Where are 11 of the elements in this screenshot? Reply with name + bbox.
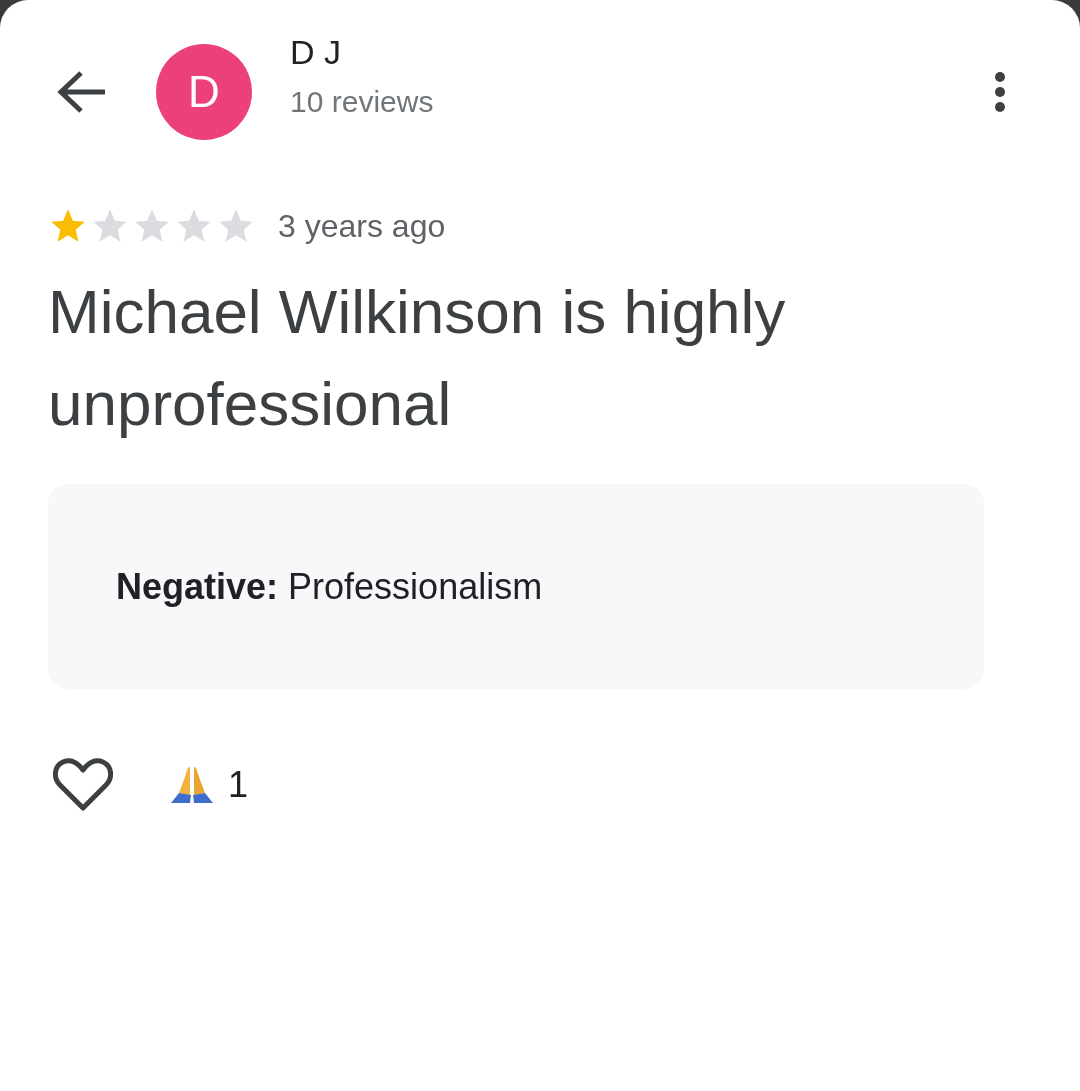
reviewer-name: D J [290,32,342,72]
reaction-count: 1 [228,764,249,806]
heart-icon [52,757,114,813]
review-title: Michael Wilkinson is highly unprofessional [48,276,787,440]
review-count: 10 reviews [290,84,434,120]
back-arrow-icon [57,70,107,114]
like-button[interactable] [52,757,114,813]
review-time: 3 years ago [278,207,446,245]
menu-icon [994,71,1006,113]
attribute-text: Negative: Professionalism [116,565,543,608]
avatar[interactable]: D [156,44,252,140]
